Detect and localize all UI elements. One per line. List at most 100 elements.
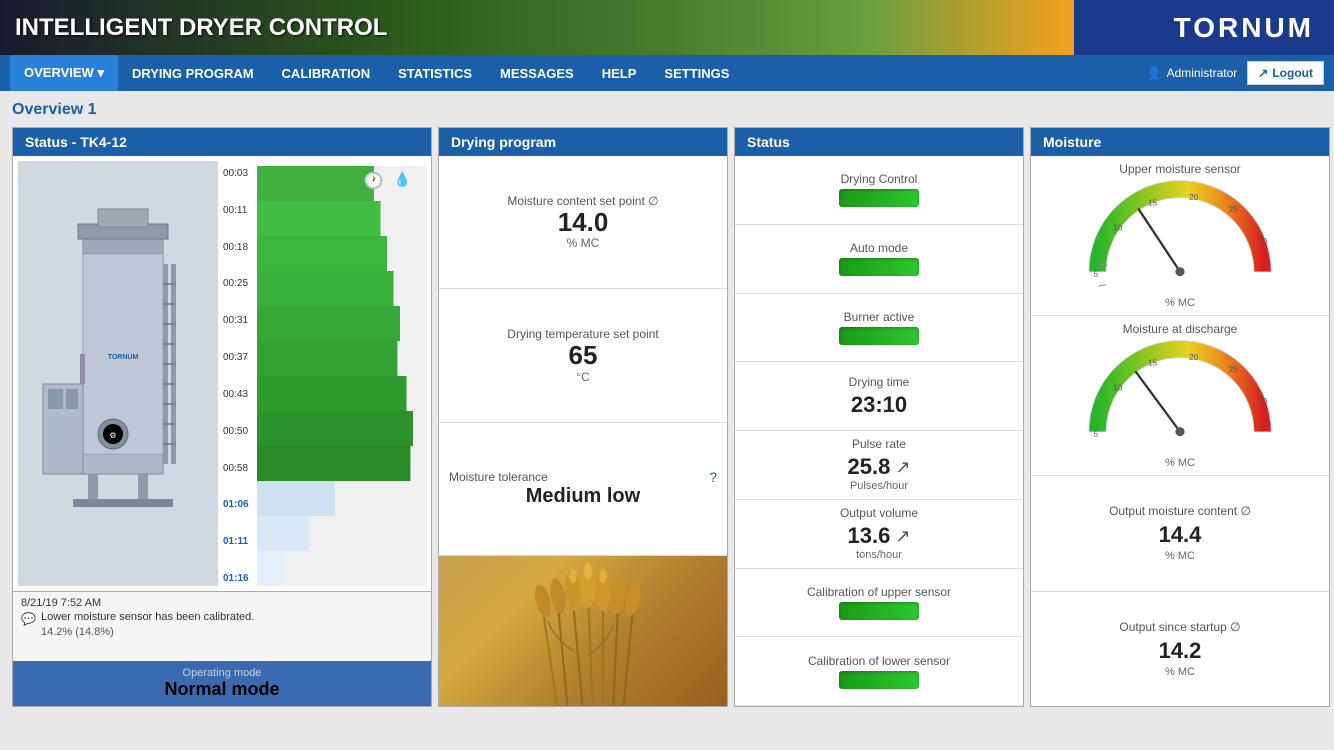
status-lower-sensor: Calibration of lower sensor — [735, 637, 1023, 706]
drying-time-label: Drying time — [849, 375, 910, 389]
output-moisture-value: 14.4 — [1159, 522, 1202, 548]
nav-user: 👤 Administrator — [1147, 66, 1238, 80]
svg-text:10: 10 — [1113, 223, 1123, 232]
discharge-gauge-svg: 5 10 15 20 25 30 — [1070, 340, 1290, 450]
nav-drying-program[interactable]: DRYING PROGRAM — [118, 55, 268, 91]
pulse-rate-row: 25.8 ↗ — [848, 454, 911, 480]
nav-messages[interactable]: MESSAGES — [486, 55, 588, 91]
output-volume-label: Output volume — [840, 506, 918, 520]
discharge-gauge: 5 10 15 20 25 30 — [1070, 340, 1290, 455]
time-3: 00:25 — [223, 278, 255, 289]
output-volume-arrow[interactable]: ↗ — [895, 526, 910, 547]
dp-wheat-image — [439, 556, 727, 706]
log-message-row: 💬 Lower moisture sensor has been calibra… — [21, 611, 423, 626]
dp-temp-label: Drying temperature set point — [449, 327, 717, 341]
dp-help-icon[interactable]: ? — [709, 469, 717, 485]
time-9: 01:06 — [223, 499, 255, 510]
svg-text:⚙: ⚙ — [109, 431, 116, 440]
time-1: 00:11 — [223, 205, 255, 216]
upper-gauge-svg: 5 10 15 20 25 30 — [1070, 180, 1290, 290]
clock-icon: 🕐 — [364, 171, 384, 191]
dryer-chart: 00:03 00:11 00:18 00:25 00:31 00:37 00:4… — [223, 161, 426, 586]
pulse-rate-label: Pulse rate — [852, 437, 906, 451]
pulse-rate-unit: Pulses/hour — [850, 480, 908, 492]
time-2: 00:18 — [223, 242, 255, 253]
auto-mode-indicator — [839, 258, 919, 276]
upper-gauge: 5 10 15 20 25 30 — [1070, 180, 1290, 295]
startup-unit: % MC — [1165, 666, 1195, 678]
startup-moisture-section: Output since startup ∅ 14.2 % MC — [1031, 592, 1329, 707]
discharge-label: Moisture at discharge — [1123, 322, 1238, 336]
dp-tolerance-header: Moisture tolerance ? — [449, 469, 717, 485]
lower-sensor-indicator — [839, 671, 919, 689]
bar-chart-area: 🕐 💧 — [257, 166, 426, 586]
log-date: 8/21/19 7:52 AM — [21, 597, 423, 609]
log-icon: 💬 — [21, 612, 36, 626]
panel-moisture: Moisture Upper moisture sensor — [1030, 127, 1330, 707]
panel-body-dp: Moisture content set point ∅ 14.0 % MC D… — [439, 156, 727, 706]
status-auto-mode: Auto mode — [735, 225, 1023, 294]
nav-settings[interactable]: SETTINGS — [650, 55, 743, 91]
time-7: 00:50 — [223, 426, 255, 437]
svg-text:30: 30 — [1258, 397, 1268, 406]
time-11: 01:16 — [223, 573, 255, 584]
panel-header-dp: Drying program — [439, 128, 727, 156]
nav-bar: OVERVIEW ▾ DRYING PROGRAM CALIBRATION ST… — [0, 55, 1334, 91]
lower-sensor-label: Calibration of lower sensor — [808, 654, 950, 668]
dryer-illustration: ⚙ — [18, 161, 218, 586]
username-label: Administrator — [1167, 66, 1238, 80]
nav-overview[interactable]: OVERVIEW ▾ — [10, 55, 118, 91]
burner-active-label: Burner active — [844, 310, 915, 324]
dp-tolerance-value: Medium low — [449, 485, 717, 508]
time-label-column: 00:03 00:11 00:18 00:25 00:31 00:37 00:4… — [223, 166, 255, 586]
dp-moisture-unit: % MC — [449, 236, 717, 250]
time-10: 01:11 — [223, 536, 255, 547]
logout-label: Logout — [1272, 66, 1313, 80]
status-upper-sensor: Calibration of upper sensor — [735, 569, 1023, 638]
nav-statistics[interactable]: STATISTICS — [384, 55, 486, 91]
svg-text:25: 25 — [1229, 205, 1239, 214]
drying-time-value: 23:10 — [851, 392, 907, 418]
main-grid: Status - TK4-12 — [12, 127, 1322, 707]
log-section: 8/21/19 7:52 AM 💬 Lower moisture sensor … — [13, 591, 431, 661]
panel-status-tk: Status - TK4-12 — [12, 127, 432, 707]
logout-button[interactable]: ↗ Logout — [1247, 61, 1324, 85]
dp-moisture-value: 14.0 — [449, 208, 717, 237]
svg-text:30: 30 — [1258, 237, 1268, 246]
page-content: Overview 1 Status - TK4-12 — [0, 91, 1334, 717]
status-burner-active: Burner active — [735, 294, 1023, 363]
panel-body-tk: ⚙ — [13, 156, 431, 706]
time-8: 00:58 — [223, 463, 255, 474]
status-output-volume: Output volume 13.6 ↗ tons/hour — [735, 500, 1023, 569]
app-title: INTELLIGENT DRYER CONTROL — [15, 14, 387, 42]
panel-header-tk: Status - TK4-12 — [13, 128, 431, 156]
upper-sensor-label: Calibration of upper sensor — [807, 585, 951, 599]
burner-active-indicator — [839, 327, 919, 345]
operating-mode-label: Operating mode — [23, 667, 421, 679]
output-volume-value: 13.6 — [848, 523, 891, 549]
status-pulse-rate: Pulse rate 25.8 ↗ Pulses/hour — [735, 431, 1023, 500]
dp-moisture-label: Moisture content set point ∅ — [449, 194, 717, 208]
operating-mode-value: Normal mode — [23, 679, 421, 700]
panel-header-moisture: Moisture — [1031, 128, 1329, 156]
nav-help[interactable]: HELP — [588, 55, 651, 91]
upper-moisture-label: Upper moisture sensor — [1119, 162, 1240, 176]
user-icon: 👤 — [1147, 66, 1162, 80]
output-moisture-unit: % MC — [1165, 550, 1195, 562]
wheat-svg — [483, 556, 683, 706]
time-6: 00:43 — [223, 389, 255, 400]
dp-tolerance-label: Moisture tolerance — [449, 470, 548, 484]
pulse-rate-arrow[interactable]: ↗ — [895, 457, 910, 478]
icons-row: 🕐 💧 — [364, 171, 411, 191]
nav-calibration[interactable]: CALIBRATION — [268, 55, 385, 91]
bar-chart-svg — [257, 166, 426, 586]
panel-status: Status Drying Control Auto mode Burner a… — [734, 127, 1024, 707]
panel-drying-program: Drying program Moisture content set poin… — [438, 127, 728, 707]
output-moisture-section: Output moisture content ∅ 14.4 % MC — [1031, 476, 1329, 592]
dp-temp-value: 65 — [449, 341, 717, 370]
svg-text:20: 20 — [1189, 353, 1199, 362]
dp-moisture-row: Moisture content set point ∅ 14.0 % MC — [439, 156, 727, 289]
output-volume-row: 13.6 ↗ — [848, 523, 911, 549]
startup-value: 14.2 — [1159, 638, 1202, 664]
drying-control-indicator — [839, 189, 919, 207]
